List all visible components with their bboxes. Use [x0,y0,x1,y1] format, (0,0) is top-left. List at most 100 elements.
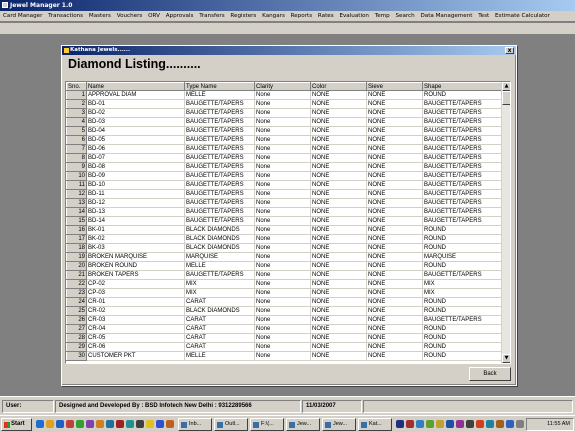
name-cell[interactable]: CR-02 [86,306,185,316]
shape-cell[interactable]: BAUGETTE/TAPERS [422,153,503,163]
sno-cell[interactable]: 16 [66,225,87,235]
sieve-cell[interactable]: NONE [366,306,423,316]
menu-masters[interactable]: Masters [89,11,111,22]
type-name-cell[interactable]: BLACK DIAMONDS [184,225,255,235]
table-row[interactable]: 26 CR-03 CARAT None NONE NONE BAUGETTE/TAPERS [66,315,503,325]
color-cell[interactable]: NONE [310,342,367,352]
app-shortcut-icon[interactable] [156,420,164,428]
name-cell[interactable]: BK-03 [86,243,185,253]
sieve-cell[interactable]: NONE [366,252,423,262]
table-row[interactable]: 30 CUSTOMER PKT MELLE None NONE NONE ROUND [66,351,503,361]
sieve-cell[interactable]: NONE [366,144,423,154]
shape-cell[interactable]: BAUGETTE/TAPERS [422,126,503,136]
sieve-cell[interactable]: NONE [366,270,423,280]
col-type-name-header[interactable]: Type Name [184,82,255,91]
sieve-cell[interactable]: NONE [366,279,423,289]
shape-cell[interactable]: ROUND [422,297,503,307]
table-row[interactable]: 15 BD-14 BAUGETTE/TAPERS None NONE NONE BAUGET… [66,216,503,226]
sno-cell[interactable]: 13 [66,198,87,208]
app-shortcut-icon[interactable] [456,420,464,428]
sno-cell[interactable]: 6 [66,135,87,145]
app-shortcut-icon[interactable] [76,420,84,428]
type-name-cell[interactable]: BAUGETTE/TAPERS [184,135,255,145]
app-shortcut-icon[interactable] [146,420,154,428]
clarity-cell[interactable]: None [254,243,311,253]
name-cell[interactable]: BD-01 [86,99,185,109]
sieve-cell[interactable]: NONE [366,333,423,343]
menu-kangars[interactable]: Kangars [262,11,285,22]
type-name-cell[interactable]: MIX [184,279,255,289]
table-row[interactable]: 14 BD-13 BAUGETTE/TAPERS None NONE NONE BAUGET… [66,207,503,217]
name-cell[interactable]: BD-07 [86,153,185,163]
sieve-cell[interactable]: NONE [366,108,423,118]
task-outlook[interactable]: Outl... [214,418,248,431]
task-jewel-2[interactable]: Jew... [322,418,356,431]
app-shortcut-icon[interactable] [516,420,524,428]
app-shortcut-icon[interactable] [116,420,124,428]
color-cell[interactable]: NONE [310,171,367,181]
table-row[interactable]: 3 BD-02 BAUGETTE/TAPERS None NONE NONE BAUGETT… [66,108,503,118]
color-cell[interactable]: NONE [310,189,367,199]
menu-reports[interactable]: Reports [291,11,312,22]
sno-cell[interactable]: 8 [66,153,87,163]
name-cell[interactable]: CR-05 [86,333,185,343]
sno-cell[interactable]: 30 [66,351,87,361]
type-name-cell[interactable]: BLACK DIAMONDS [184,243,255,253]
menu-data-management[interactable]: Data Management [420,11,472,22]
clarity-cell[interactable]: None [254,126,311,136]
sno-cell[interactable]: 27 [66,324,87,334]
app-shortcut-icon[interactable] [426,420,434,428]
menu-approvals[interactable]: Approvals [166,11,194,22]
table-row[interactable]: 18 BK-03 BLACK DIAMONDS None NONE NONE ROUND [66,243,503,253]
sno-cell[interactable]: 10 [66,171,87,181]
sieve-cell[interactable]: NONE [366,243,423,253]
clarity-cell[interactable]: None [254,90,311,100]
table-row[interactable]: 7 BD-06 BAUGETTE/TAPERS None NONE NONE BAUGETT… [66,144,503,154]
name-cell[interactable]: CUSTOMER PKT [86,351,185,361]
clarity-cell[interactable]: None [254,342,311,352]
name-cell[interactable]: BD-10 [86,180,185,190]
table-row[interactable]: 9 BD-08 BAUGETTE/TAPERS None NONE NONE BAUGETT… [66,162,503,172]
name-cell[interactable]: BD-06 [86,144,185,154]
sieve-cell[interactable]: NONE [366,99,423,109]
table-row[interactable]: 24 CR-01 CARAT None NONE NONE ROUND [66,297,503,307]
clarity-cell[interactable]: None [254,144,311,154]
app-shortcut-icon[interactable] [396,420,404,428]
table-row[interactable]: 11 BD-10 BAUGETTE/TAPERS None NONE NONE BAUGET… [66,180,503,190]
shape-cell[interactable]: BAUGETTE/TAPERS [422,162,503,172]
clarity-cell[interactable]: None [254,171,311,181]
color-cell[interactable]: NONE [310,261,367,271]
folder-icon[interactable] [46,420,54,428]
clarity-cell[interactable]: None [254,135,311,145]
name-cell[interactable]: CR-03 [86,315,185,325]
clarity-cell[interactable]: None [254,198,311,208]
sieve-cell[interactable]: NONE [366,189,423,199]
color-cell[interactable]: NONE [310,162,367,172]
name-cell[interactable]: BK-02 [86,234,185,244]
type-name-cell[interactable]: CARAT [184,342,255,352]
shape-cell[interactable]: BAUGETTE/TAPERS [422,216,503,226]
menu-temp[interactable]: Temp [375,11,390,22]
table-row[interactable]: 16 BK-01 BLACK DIAMONDS None NONE NONE ROUND [66,225,503,235]
table-row[interactable]: 17 BK-02 BLACK DIAMONDS None NONE NONE ROUND [66,234,503,244]
sieve-cell[interactable]: NONE [366,324,423,334]
color-cell[interactable]: NONE [310,99,367,109]
table-row[interactable]: 20 BROKEN ROUND MELLE None NONE NONE ROUND [66,261,503,271]
shape-cell[interactable]: BAUGETTE/TAPERS [422,144,503,154]
clarity-cell[interactable]: None [254,279,311,289]
clarity-cell[interactable]: None [254,261,311,271]
color-cell[interactable]: NONE [310,234,367,244]
table-row[interactable]: 27 CR-04 CARAT None NONE NONE ROUND [66,324,503,334]
sieve-cell[interactable]: NONE [366,117,423,127]
table-row[interactable]: 19 BROKEN MARQUISE MARQUISE None NONE NONE MAR… [66,252,503,262]
type-name-cell[interactable]: BAUGETTE/TAPERS [184,108,255,118]
sno-cell[interactable]: 23 [66,288,87,298]
color-cell[interactable]: NONE [310,270,367,280]
clarity-cell[interactable]: None [254,153,311,163]
clarity-cell[interactable]: None [254,288,311,298]
color-cell[interactable]: NONE [310,90,367,100]
table-row[interactable]: 12 BD-11 BAUGETTE/TAPERS None NONE NONE BAUGET… [66,189,503,199]
menu-estimate-calculator[interactable]: Estimate Calculator [495,11,550,22]
shape-cell[interactable]: BAUGETTE/TAPERS [422,180,503,190]
name-cell[interactable]: BD-09 [86,171,185,181]
